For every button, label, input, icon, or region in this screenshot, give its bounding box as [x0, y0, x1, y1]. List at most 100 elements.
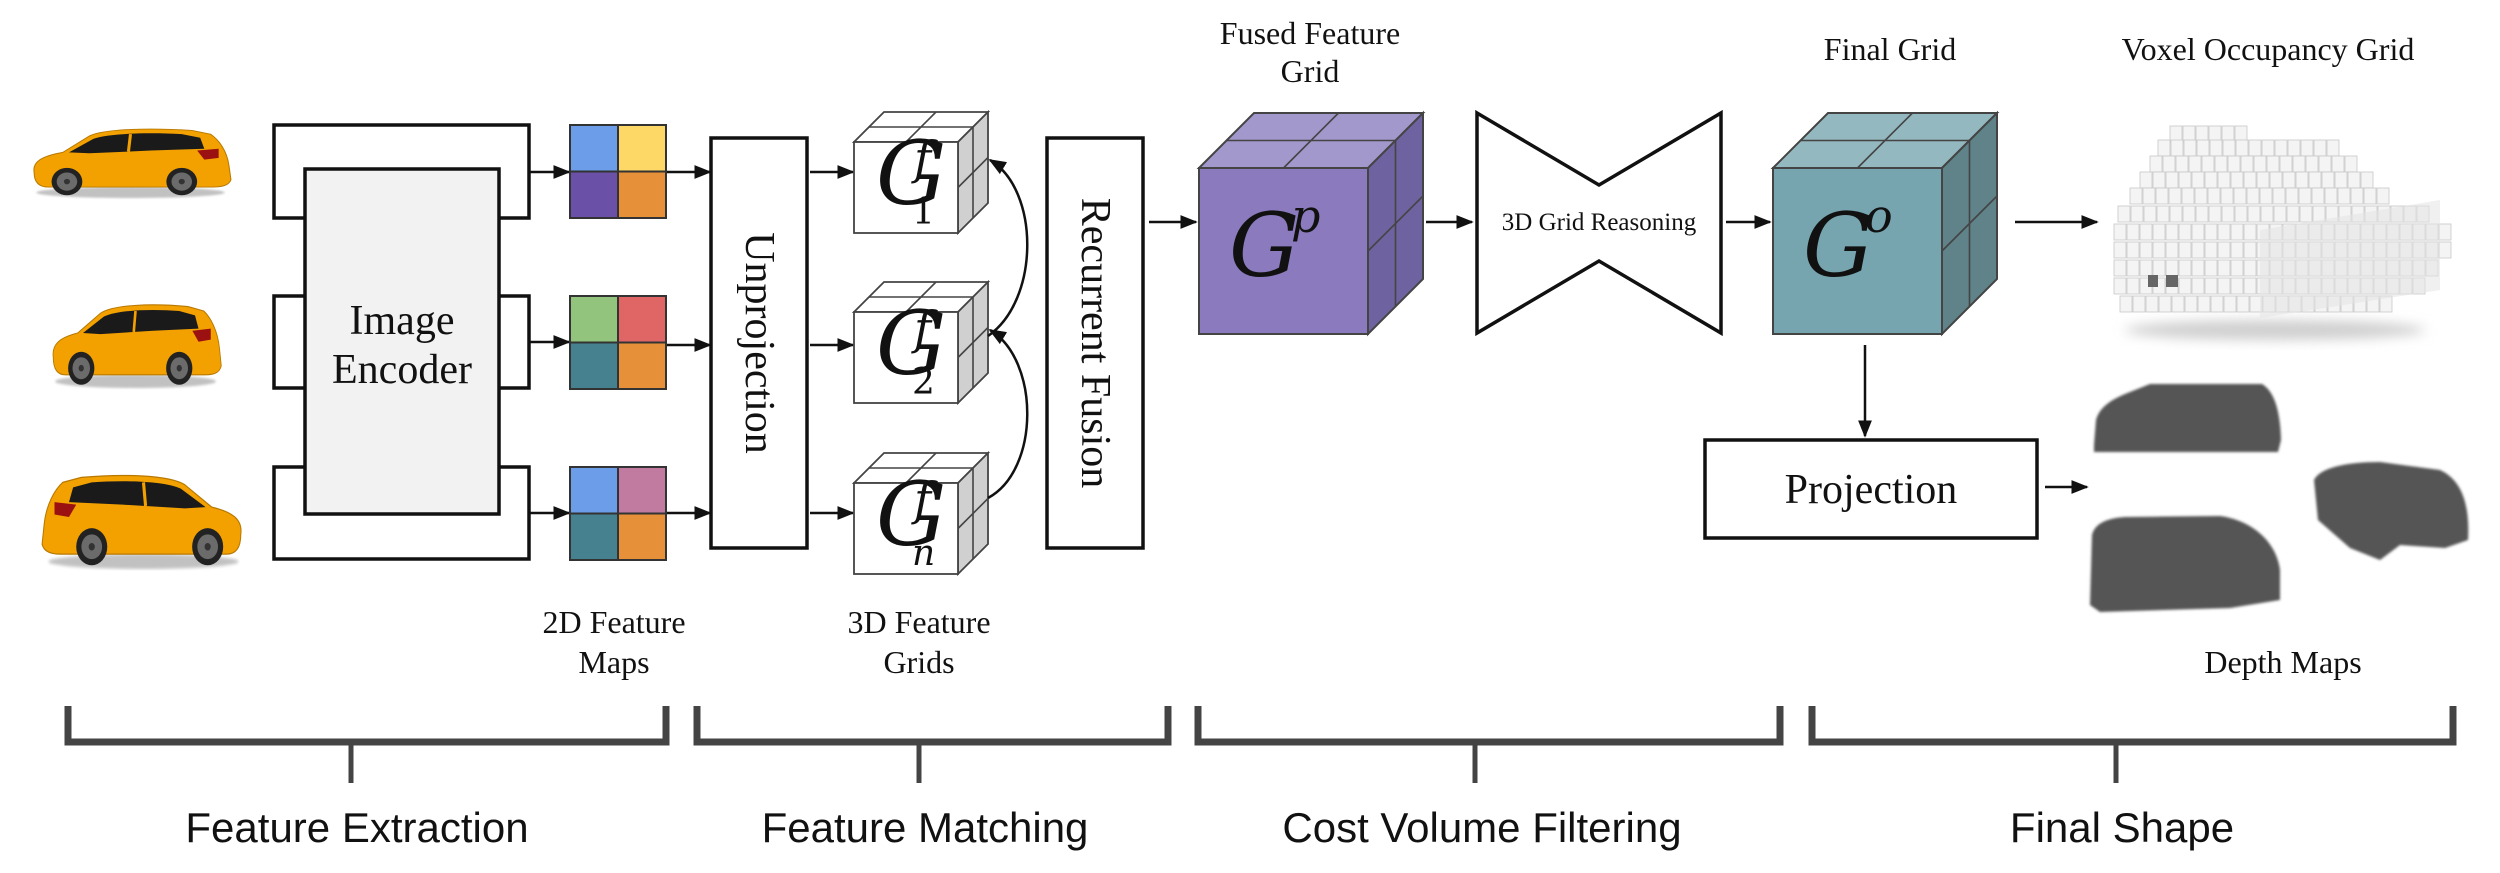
voxel — [2326, 139, 2340, 157]
depth-map-1 — [2094, 384, 2281, 452]
voxel — [2217, 223, 2231, 241]
voxel — [2247, 205, 2261, 223]
voxel — [2168, 187, 2182, 205]
voxel — [2350, 187, 2364, 205]
feature-grid-subscript: 2 — [912, 362, 935, 403]
feature-map-cell — [617, 341, 667, 390]
stage-label-final-shape: Final Shape — [2010, 804, 2234, 851]
voxel — [2240, 155, 2254, 173]
voxel — [2130, 205, 2144, 223]
voxel — [2321, 171, 2335, 189]
voxel — [2184, 295, 2198, 313]
voxel — [2149, 155, 2163, 173]
voxel — [2222, 139, 2236, 157]
voxel — [2171, 295, 2185, 313]
voxel — [2194, 187, 2208, 205]
voxel — [2208, 205, 2222, 223]
voxel — [2279, 155, 2293, 173]
feature-map-cell — [617, 170, 667, 219]
voxel — [2204, 259, 2218, 277]
voxel-shadow — [2125, 320, 2425, 340]
depth-maps-label: Depth Maps — [2204, 644, 2361, 680]
voxel — [2360, 171, 2374, 189]
voxel — [2113, 241, 2127, 259]
voxel — [2197, 295, 2211, 313]
voxel — [2230, 223, 2244, 241]
stage-bracket-final-shape — [1808, 706, 2457, 783]
feature-grid-3d-2: Gf2 — [851, 279, 991, 406]
voxel — [2170, 139, 2184, 157]
voxel — [2119, 295, 2133, 313]
stage-bracket-feature-extraction — [64, 706, 670, 783]
voxel — [2363, 187, 2377, 205]
voxel — [2188, 155, 2202, 173]
voxel — [2207, 187, 2221, 205]
unprojection-label: Unprojection — [736, 232, 782, 454]
feature-map-2d-1 — [569, 124, 667, 219]
voxel — [2156, 205, 2170, 223]
voxel — [2230, 241, 2244, 259]
voxel — [2234, 205, 2248, 223]
feature-map-cell — [569, 124, 619, 173]
voxel — [2300, 139, 2314, 157]
voxel — [2236, 295, 2250, 313]
voxel — [2191, 277, 2205, 295]
voxel — [2113, 277, 2127, 295]
voxel — [2243, 277, 2257, 295]
feature-grids-3d-label-line2: Grids — [883, 644, 954, 680]
final-grid: Go — [1770, 110, 2000, 337]
voxel — [2269, 171, 2283, 189]
voxel — [2165, 223, 2179, 241]
voxel — [2191, 259, 2205, 277]
voxel — [2243, 171, 2257, 189]
voxel — [2155, 187, 2169, 205]
voxel — [2139, 171, 2153, 189]
feature-map-cell — [569, 295, 619, 344]
voxel — [2204, 241, 2218, 259]
voxel-occupancy-grid-image — [2113, 125, 2452, 340]
feature-map-2d-2 — [569, 295, 667, 390]
input-image-car-view-2 — [52, 304, 222, 388]
stage-label-feature-matching: Feature Matching — [762, 804, 1089, 851]
voxel — [2139, 223, 2153, 241]
voxel — [2217, 277, 2231, 295]
voxel — [2145, 295, 2159, 313]
fused-feature-grid-label-line2: Grid — [1281, 53, 1340, 89]
voxel — [2313, 139, 2327, 157]
voxel — [2311, 187, 2325, 205]
feature-grid-subscript: 1 — [912, 192, 935, 233]
projection-label: Projection — [1785, 467, 1958, 513]
stage-bracket-feature-matching — [693, 706, 1172, 783]
voxel — [2182, 205, 2196, 223]
voxel — [2183, 139, 2197, 157]
voxel — [2220, 187, 2234, 205]
voxel — [2139, 259, 2153, 277]
voxel — [2248, 139, 2262, 157]
voxel — [2178, 259, 2192, 277]
input-image-car-view-1 — [33, 128, 232, 198]
grid-reasoning-label: 3D Grid Reasoning — [1502, 209, 1697, 236]
voxel — [2162, 155, 2176, 173]
final-grid-symbol: G — [1803, 194, 1873, 297]
fused-feature-grid-label-line1: Fused Feature — [1220, 15, 1400, 51]
recurrent-arc-n-to-2 — [987, 328, 1029, 500]
voxel — [2235, 139, 2249, 157]
voxel — [2201, 155, 2215, 173]
voxel — [2299, 205, 2313, 223]
voxel — [2272, 187, 2286, 205]
pipeline-diagram: Fused Feature Grid Final Grid Voxel Occu… — [33, 15, 2469, 851]
voxel — [2217, 241, 2231, 259]
voxel-occupancy-grid-label: Voxel Occupancy Grid — [2122, 31, 2415, 67]
voxel — [2347, 171, 2361, 189]
voxel — [2295, 171, 2309, 189]
voxel — [2178, 277, 2192, 295]
image-encoder-label-line1: Image — [350, 298, 455, 344]
fused-feature-grid-symbol: G — [1229, 194, 1299, 297]
voxel — [2113, 223, 2127, 241]
voxel — [2117, 205, 2131, 223]
final-grid-superscript: o — [1865, 189, 1893, 243]
feature-map-cell — [617, 124, 667, 173]
voxel — [2438, 223, 2452, 241]
voxel — [2273, 205, 2287, 223]
voxel — [2243, 259, 2257, 277]
